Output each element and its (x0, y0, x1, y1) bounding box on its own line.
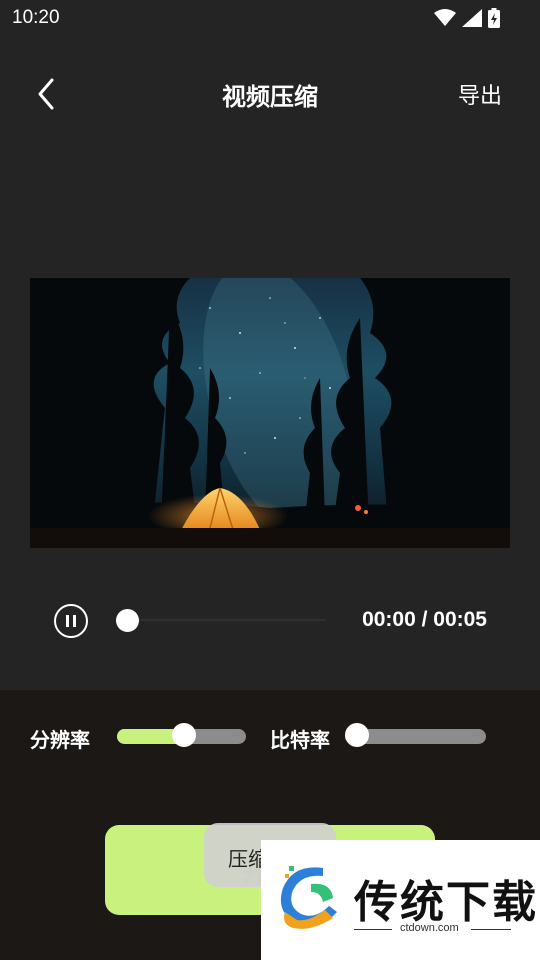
watermark-divider (354, 929, 392, 930)
battery-icon (488, 8, 500, 28)
playback-controls: 00:00 / 00:05 (0, 590, 540, 650)
wifi-icon (434, 9, 456, 26)
watermark-url: ctdown.com (400, 922, 459, 934)
bitrate-thumb[interactable] (345, 723, 369, 747)
seek-track[interactable] (128, 619, 326, 621)
bitrate-label: 比特率 (270, 728, 330, 752)
watermark-divider (471, 929, 511, 930)
night-camping-scene (30, 278, 510, 548)
pause-button[interactable] (54, 604, 88, 638)
watermark-overlay: 传统下载 ctdown.com (261, 840, 540, 960)
resolution-thumb[interactable] (171, 723, 196, 747)
compression-settings: 分辨率 比特率 (0, 710, 540, 760)
watermark-logo-icon (280, 866, 337, 929)
video-preview[interactable] (30, 278, 510, 548)
status-bar: 10:20 (0, 0, 540, 38)
signal-icon (462, 9, 482, 27)
resolution-label: 分辨率 (30, 728, 90, 752)
app-header: 视频压缩 导出 (0, 60, 540, 128)
watermark-title: 传统下载 (354, 877, 538, 928)
time-display: 00:00 / 00:05 (362, 608, 487, 631)
status-time: 10:20 (12, 7, 60, 28)
export-button[interactable]: 导出 (458, 78, 502, 110)
seek-thumb[interactable] (116, 609, 139, 632)
